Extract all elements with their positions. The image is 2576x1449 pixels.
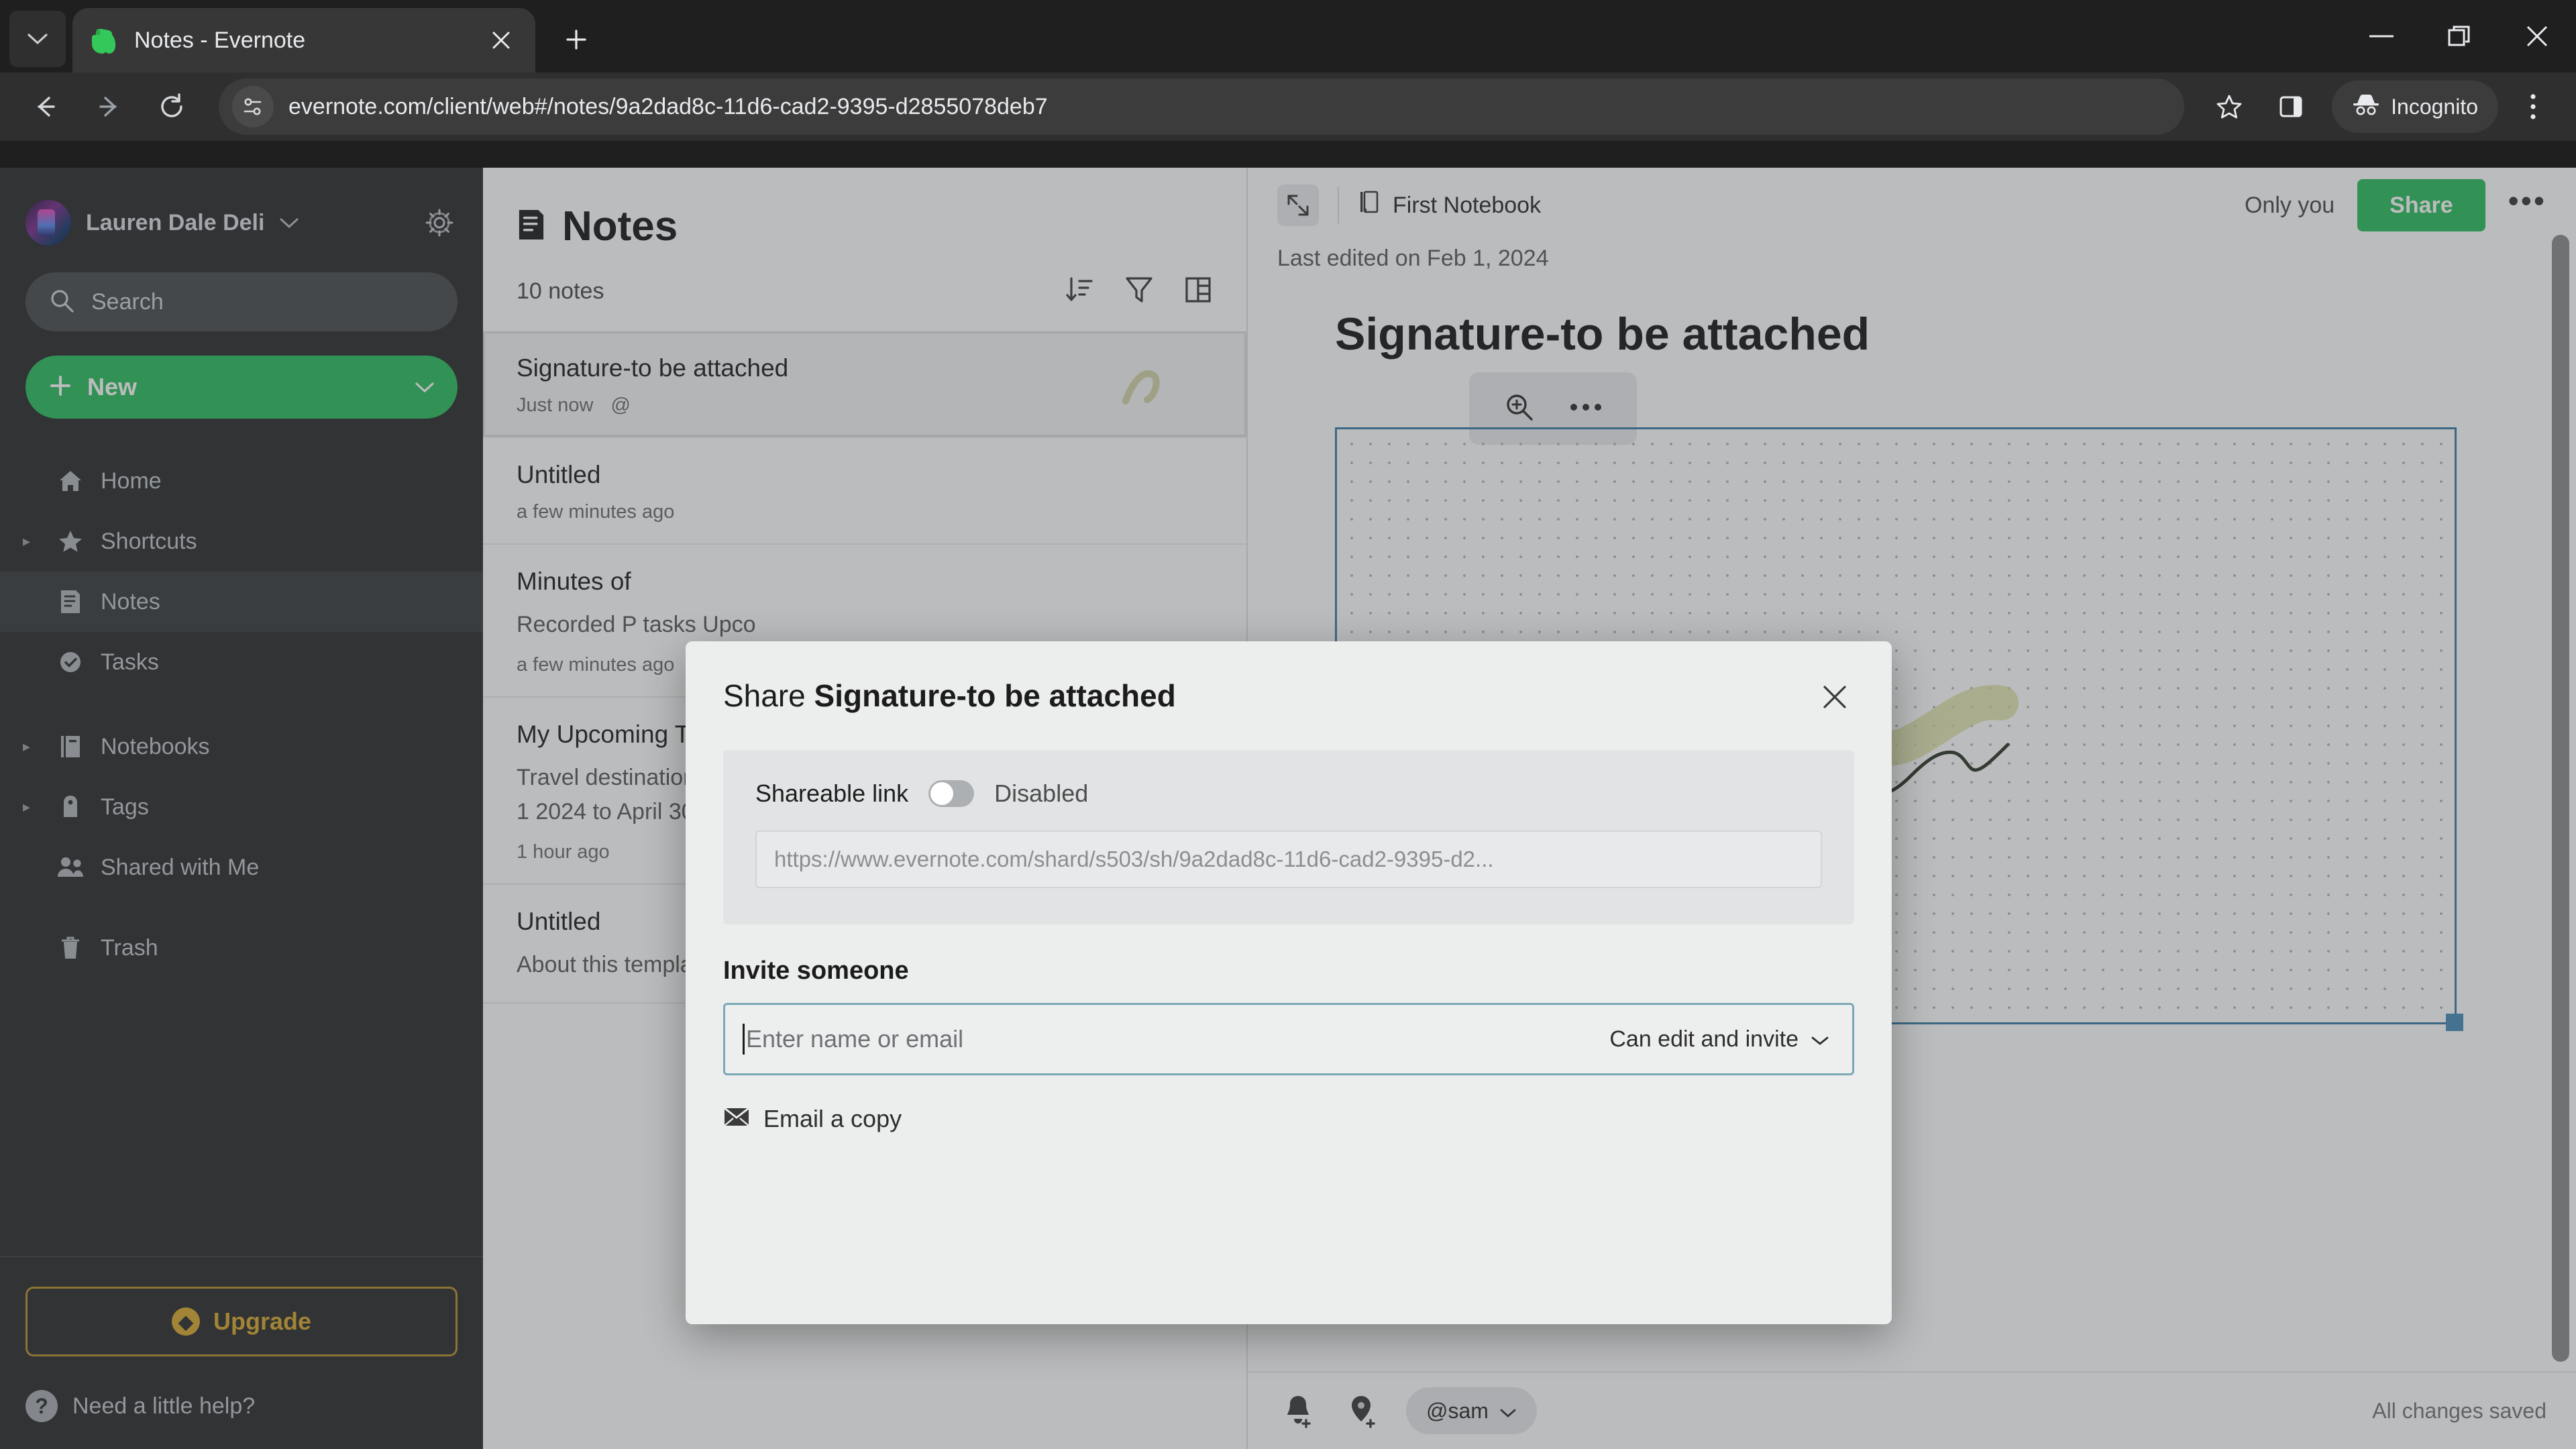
incognito-label: Incognito [2391, 94, 2478, 119]
evernote-elephant-icon [90, 25, 119, 55]
invite-section-label: Invite someone [723, 957, 909, 985]
shareable-link-section: Shareable link Disabled https://www.ever… [723, 750, 1854, 924]
shareable-link-toggle[interactable] [928, 780, 975, 807]
forward-arrow-icon[interactable] [80, 78, 137, 135]
browser-toolbar: evernote.com/client/web#/notes/9a2dad8c-… [0, 72, 2576, 141]
minimize-icon[interactable] [2343, 0, 2420, 72]
back-arrow-icon[interactable] [17, 78, 74, 135]
dialog-title-prefix: Share [723, 678, 814, 713]
close-icon[interactable] [484, 23, 518, 57]
browser-tab[interactable]: Notes - Evernote [72, 8, 535, 72]
email-a-copy-button[interactable]: Email a copy [723, 1105, 1854, 1133]
reload-icon[interactable] [144, 78, 200, 135]
shareable-link-row: Shareable link Disabled [755, 780, 1822, 808]
browser-window: Notes - Evernote evernote.com/client/web… [0, 0, 2576, 1449]
dialog-title-note: Signature-to be attached [814, 678, 1176, 713]
star-icon[interactable] [2203, 80, 2255, 133]
envelope-icon [723, 1105, 750, 1133]
chevron-down-icon [1811, 1026, 1829, 1053]
shareable-link-label: Shareable link [755, 780, 909, 807]
window-controls [2343, 0, 2576, 72]
restore-icon[interactable] [2420, 0, 2498, 72]
tab-title: Notes - Evernote [134, 27, 306, 53]
dialog-title: Share Signature-to be attached [723, 678, 1176, 714]
toolbar-actions: Incognito [2203, 78, 2559, 135]
tab-search-button[interactable] [9, 11, 66, 67]
close-icon[interactable] [2498, 0, 2576, 72]
shareable-link-input[interactable]: https://www.evernote.com/shard/s503/sh/9… [755, 830, 1822, 888]
tab-strip: Notes - Evernote [0, 0, 2576, 72]
page-settings-icon[interactable] [232, 86, 274, 127]
text-cursor [743, 1024, 745, 1055]
new-tab-button[interactable] [553, 16, 600, 63]
shareable-link-url: https://www.evernote.com/shard/s503/sh/9… [774, 847, 1494, 871]
email-a-copy-label: Email a copy [763, 1105, 902, 1132]
url-text: evernote.com/client/web#/notes/9a2dad8c-… [288, 93, 1048, 119]
toggle-knob [930, 782, 954, 805]
permission-dropdown[interactable]: Can edit and invite [1609, 1026, 1835, 1053]
three-dots-vertical-icon[interactable] [2508, 78, 2559, 135]
side-panel-icon[interactable] [2265, 80, 2317, 133]
dialog-header: Share Signature-to be attached [686, 641, 1892, 716]
invite-input-placeholder: Enter name or email [746, 1025, 964, 1053]
shareable-link-state: Disabled [994, 780, 1089, 807]
page-viewport: Lauren Dale Deli Search New Home ▸ Short… [0, 168, 2576, 1449]
incognito-hat-icon [2352, 93, 2380, 121]
permission-label: Can edit and invite [1609, 1026, 1799, 1052]
close-icon[interactable] [1815, 678, 1854, 716]
address-bar[interactable]: evernote.com/client/web#/notes/9a2dad8c-… [219, 78, 2185, 135]
share-dialog: Share Signature-to be attached Shareable… [686, 641, 1892, 1324]
incognito-profile-button[interactable]: Incognito [2332, 80, 2498, 133]
invite-input-row[interactable]: Enter name or email Can edit and invite [723, 1003, 1854, 1075]
